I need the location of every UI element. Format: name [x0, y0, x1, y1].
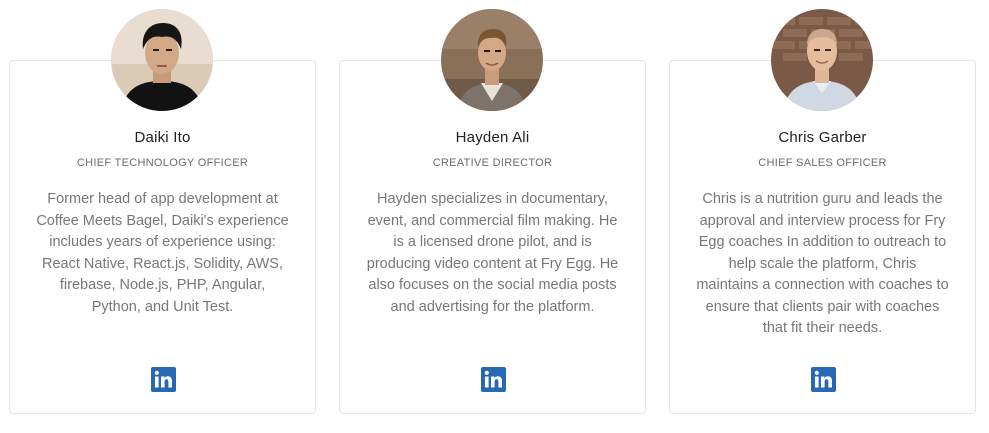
team-section: Daiki Ito CHIEF TECHNOLOGY OFFICER Forme… — [0, 0, 989, 433]
member-role: CHIEF SALES OFFICER — [758, 157, 887, 169]
member-name: Chris Garber — [778, 129, 867, 146]
linkedin-icon[interactable] — [811, 367, 836, 392]
member-bio: Former head of app development at Coffee… — [36, 191, 289, 315]
member-role: CREATIVE DIRECTOR — [432, 157, 553, 169]
linkedin-icon[interactable] — [481, 367, 506, 392]
member-name: Daiki Ito — [134, 129, 191, 146]
team-card-hayden-ali: Hayden Ali CREATIVE DIRECTOR Hayden spec… — [339, 60, 646, 414]
team-card-chris-garber: Chris Garber CHIEF SALES OFFICER Chris i… — [669, 60, 976, 414]
team-card-daiki-ito: Daiki Ito CHIEF TECHNOLOGY OFFICER Forme… — [9, 60, 316, 414]
member-name: Hayden Ali — [455, 129, 530, 146]
avatar — [771, 9, 873, 111]
avatar — [441, 9, 543, 111]
member-bio: Chris is a nutrition guru and leads the … — [696, 191, 949, 336]
avatar — [111, 9, 213, 111]
member-role: CHIEF TECHNOLOGY OFFICER — [76, 157, 249, 169]
linkedin-icon[interactable] — [151, 367, 176, 392]
member-bio: Hayden specializes in documentary, event… — [366, 191, 619, 315]
